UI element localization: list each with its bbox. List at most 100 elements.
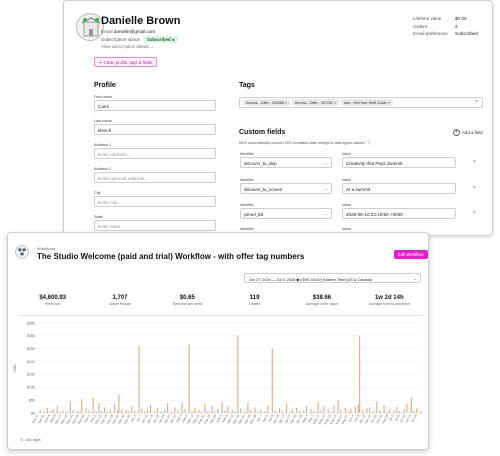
chart-bar[interactable]: [157, 407, 159, 413]
chart-bar[interactable]: [125, 409, 127, 413]
custom-field-value[interactable]: At a summit: [342, 183, 456, 194]
chart-bar[interactable]: [264, 410, 266, 413]
chart-bar[interactable]: [373, 410, 375, 413]
chart-bar[interactable]: [357, 404, 359, 413]
chart-bar[interactable]: [250, 409, 252, 413]
chart-bar[interactable]: [184, 409, 186, 413]
custom-field-value[interactable]: 2025-06-10 22:19:50 +0000: [342, 208, 456, 219]
chart-bar[interactable]: [85, 408, 87, 413]
chart-bar[interactable]: [117, 410, 119, 413]
chart-bar[interactable]: [354, 406, 356, 413]
state-field[interactable]: Enter state...: [94, 220, 216, 231]
chart-bar[interactable]: [410, 397, 412, 413]
chart-bar[interactable]: [254, 407, 256, 413]
tags-input[interactable]: Access - Offer - 169988 × Access - Offer…: [239, 97, 483, 108]
chart-bar[interactable]: [298, 411, 300, 413]
tag-chip[interactable]: Access - Offer - 169988 ×: [243, 99, 290, 106]
first-name-field[interactable]: Cami: [94, 100, 216, 111]
chart-bar[interactable]: [101, 410, 103, 413]
address1-field[interactable]: Enter address...: [94, 148, 216, 159]
chart-bar[interactable]: [376, 401, 378, 413]
chart-bar[interactable]: [46, 407, 48, 413]
tag-chip[interactable]: Access - Offer - 207262 ×: [292, 99, 339, 106]
chart-bar[interactable]: [147, 409, 149, 413]
clear-tags-icon[interactable]: ×: [475, 99, 478, 105]
chart-bar[interactable]: [333, 405, 335, 413]
remove-field-icon[interactable]: ×: [473, 185, 476, 191]
chart-bar[interactable]: [244, 410, 246, 413]
add-field-button[interactable]: + Add a field: [453, 129, 483, 136]
chart-bar[interactable]: [191, 410, 193, 413]
chart-bar[interactable]: [167, 403, 169, 413]
metric-active-people[interactable]: 1,707 Active People: [86, 295, 153, 313]
chart-bar[interactable]: [224, 410, 226, 413]
chart-bar[interactable]: [306, 405, 308, 413]
chart-bar[interactable]: [260, 409, 262, 413]
chart-bar[interactable]: [416, 407, 418, 413]
metric-average-time-to-purchase[interactable]: 1w 2d 14h Average time to purchase: [356, 295, 423, 313]
date-range-select[interactable]: Oct 27, 2024 — Jul 3, 2025 ◆ (GMT-04:00)…: [244, 273, 421, 283]
chart-bar[interactable]: [211, 405, 213, 413]
chart-bar[interactable]: [393, 410, 395, 413]
chart-bar[interactable]: [286, 403, 288, 413]
chart-bar[interactable]: [406, 403, 408, 413]
chart-bar[interactable]: [399, 410, 401, 413]
clean-profile-button[interactable]: ✦ Clean profile, tags & fields: [94, 57, 158, 67]
chart-bar[interactable]: [313, 410, 315, 413]
chart-bar[interactable]: [207, 410, 209, 413]
metric-revenue[interactable]: $4,600.93 Revenue: [19, 295, 87, 316]
chart-bar[interactable]: [227, 406, 229, 413]
chart-bar[interactable]: [350, 409, 352, 413]
chart-bar[interactable]: [383, 405, 385, 413]
chart-bar[interactable]: [274, 410, 276, 413]
remove-field-icon[interactable]: ×: [473, 159, 476, 165]
chart-bar[interactable]: [56, 405, 58, 413]
chart-bar[interactable]: [340, 409, 342, 413]
chart-bar[interactable]: [138, 346, 140, 413]
chart-bar[interactable]: [88, 410, 90, 413]
chart-bar[interactable]: [247, 402, 249, 413]
chart-bar[interactable]: [323, 406, 325, 413]
chart-bar[interactable]: [62, 410, 64, 413]
edit-workflow-button[interactable]: Edit Workflow: [394, 250, 428, 259]
chart-bar[interactable]: [420, 410, 422, 413]
metric-orders[interactable]: 119 Orders: [221, 295, 288, 313]
chart-bar[interactable]: [379, 409, 381, 413]
identifier-select[interactable]: discover_tu_ucreen ⌄: [240, 183, 332, 194]
chart-bar[interactable]: [177, 410, 179, 413]
chart-bar[interactable]: [72, 409, 74, 413]
chart-bar[interactable]: [366, 408, 368, 413]
view-subscription-link[interactable]: View subscription details ⌄: [101, 44, 154, 50]
chart-bar[interactable]: [121, 409, 123, 413]
chart-bar[interactable]: [131, 406, 133, 413]
chart-bar[interactable]: [278, 408, 280, 413]
chart-bar[interactable]: [337, 400, 339, 413]
chart-bar[interactable]: [396, 406, 398, 413]
chart-bar[interactable]: [237, 335, 239, 413]
chart-bar[interactable]: [52, 409, 54, 413]
metric-average-order-value[interactable]: $38.66 Average order value: [288, 295, 355, 313]
chart-bar[interactable]: [174, 407, 176, 413]
chart-bar[interactable]: [389, 408, 391, 413]
chart-bar[interactable]: [413, 410, 415, 413]
chart-bar[interactable]: [69, 401, 71, 413]
chart-bar[interactable]: [181, 402, 183, 413]
identifier-select[interactable]: joined_list ⌄: [240, 208, 332, 219]
chart-bar[interactable]: [198, 409, 200, 413]
chart-bar[interactable]: [118, 395, 120, 413]
chart-bar[interactable]: [281, 410, 283, 413]
tag-chip[interactable]: Ads - Sell Your Stuff Guide ×: [341, 99, 393, 106]
chart-bar[interactable]: [92, 397, 94, 413]
chart-bar[interactable]: [39, 409, 41, 413]
chart-bar[interactable]: [359, 335, 361, 413]
chart-bar[interactable]: [76, 410, 78, 413]
chart-bar[interactable]: [109, 409, 111, 413]
chart-bar[interactable]: [204, 404, 206, 413]
chart-bar[interactable]: [164, 409, 166, 413]
metric-revenue-per-send[interactable]: $0.65 Revenue per send: [154, 295, 221, 313]
chart-bar[interactable]: [291, 409, 293, 413]
chart-bar[interactable]: [240, 408, 242, 413]
chart-bar[interactable]: [81, 398, 83, 413]
chart-bar[interactable]: [98, 402, 100, 413]
chart-bar[interactable]: [49, 410, 51, 413]
